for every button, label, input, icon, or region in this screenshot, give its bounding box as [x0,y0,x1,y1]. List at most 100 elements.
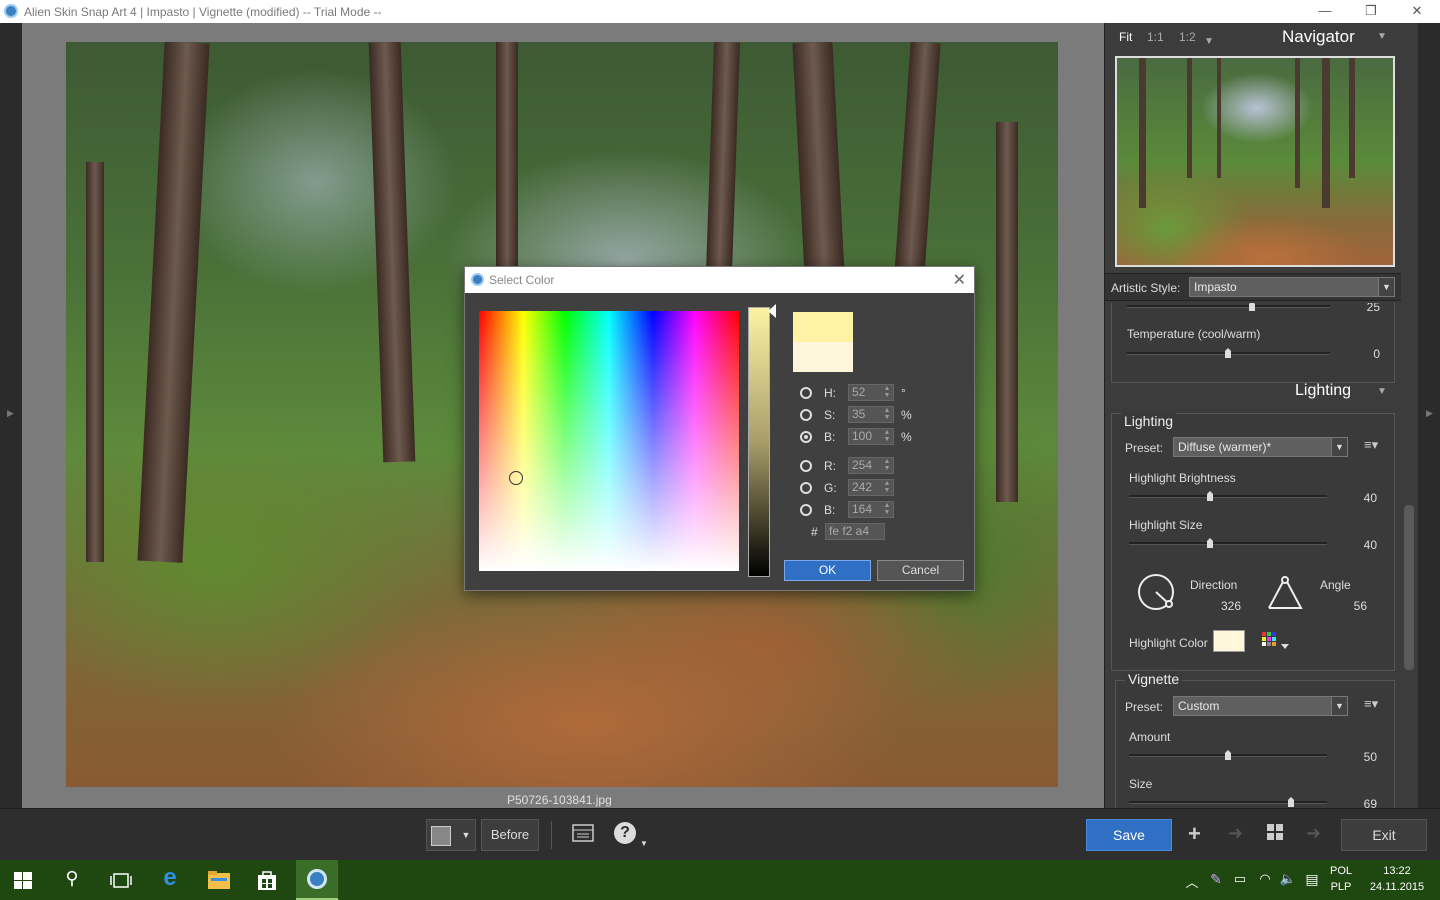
highlight-size-track[interactable] [1129,542,1327,545]
vignette-size-value: 69 [1363,797,1377,808]
arrow-left-icon[interactable]: ➜ [1228,823,1243,844]
top-slider-value: 25 [1366,303,1380,314]
battery-icon[interactable]: ▭ [1228,871,1252,887]
highlight-color-swatch[interactable] [1213,630,1245,652]
style-settings-group [1111,303,1395,383]
red-field[interactable]: 254 ▲ ▼ [848,457,894,474]
highlight-brightness-track[interactable] [1129,495,1327,498]
app-icon [471,273,484,286]
hue-radio[interactable] [800,387,812,399]
direction-label: Direction [1190,578,1238,592]
arrow-right-icon[interactable]: ➜ [1306,823,1321,844]
direction-dial-icon[interactable] [1137,573,1177,613]
window-title: Alien Skin Snap Art 4 | Impasto | Vignet… [24,5,382,19]
close-icon[interactable]: ✕ [953,270,966,290]
highlight-brightness-label: Highlight Brightness [1129,471,1236,485]
task-view-icon[interactable] [110,873,132,888]
exit-button[interactable]: Exit [1341,819,1427,851]
green-field[interactable]: 242 ▲ ▼ [848,479,894,496]
lighting-section-title[interactable]: Lighting [1295,382,1351,400]
temperature-label: Temperature (cool/warm) [1127,327,1261,341]
lighting-preset-dropdown[interactable]: Diffuse (warmer)* ▼ [1173,437,1348,457]
close-button[interactable]: ✕ [1394,0,1440,23]
grid-icon[interactable] [1266,823,1284,846]
brightness-pointer[interactable] [768,304,776,318]
navigator-title: Navigator [1282,27,1355,46]
snap-art-taskbar-button[interactable] [296,860,338,900]
clock-date[interactable]: 24.11.2015 [1366,881,1428,893]
navigator-thumbnail[interactable] [1115,56,1395,267]
edge-browser-icon[interactable]: e [158,864,182,892]
vignette-preset-dropdown[interactable]: Custom ▼ [1173,696,1348,716]
keyboard-icon[interactable]: ▤ [1300,871,1324,888]
artistic-style-row: Artistic Style: Impasto ▼ [1105,273,1401,301]
split-view-icon [431,826,451,846]
zoom-1-1-button[interactable]: 1:1 [1147,30,1164,44]
help-menu-arrow-icon[interactable]: ▼ [640,839,648,848]
top-slider-knob[interactable] [1249,303,1255,311]
add-icon[interactable]: + [1188,821,1201,847]
restore-button[interactable]: ❐ [1348,0,1394,23]
vignette-preset-menu-icon[interactable]: ≡▾ [1364,696,1378,712]
pen-icon[interactable]: ✎ [1204,871,1228,888]
ok-button[interactable]: OK [784,560,871,581]
artistic-style-dropdown[interactable]: Impasto ▼ [1189,277,1395,297]
store-icon[interactable] [256,869,278,891]
expand-right-icon[interactable]: ▶ [1426,408,1433,419]
before-button[interactable]: Before [481,819,539,851]
chevron-down-icon: ▼ [1378,278,1394,296]
zoom-1-2-button[interactable]: 1:2 [1179,30,1196,44]
file-explorer-icon[interactable] [207,870,231,890]
brightness-radio[interactable] [800,431,812,443]
navigator-collapse-icon[interactable]: ▼ [1377,31,1387,42]
lighting-preset-menu-icon[interactable]: ≡▾ [1364,437,1378,453]
language-secondary[interactable]: PLP [1326,881,1356,893]
clock-time[interactable]: 13:22 [1366,865,1428,877]
angle-value: 56 [1353,599,1367,613]
language-primary[interactable]: POL [1326,865,1356,877]
brightness-slider[interactable] [748,307,770,577]
zoom-fit-button[interactable]: Fit [1119,30,1132,44]
left-panel-toggle-strip[interactable]: ▶ [0,23,22,808]
panel-scrollbar[interactable] [1404,505,1414,670]
blue-radio[interactable] [800,504,812,516]
search-icon[interactable]: ⚲ [60,868,84,889]
green-radio[interactable] [800,482,812,494]
minimize-button[interactable]: — [1302,0,1348,23]
compare-icon[interactable] [572,824,594,847]
hex-label: # [811,525,818,539]
brightness-field[interactable]: 100 ▲ ▼ [848,428,894,445]
wifi-icon[interactable]: ◠ [1253,871,1277,887]
snap-art-icon [307,869,327,889]
cancel-button[interactable]: Cancel [877,560,964,581]
help-icon[interactable]: ? [614,821,636,844]
saturation-radio[interactable] [800,409,812,421]
hue-field[interactable]: 52 ▲ ▼ [848,384,894,401]
lighting-collapse-icon[interactable]: ▼ [1377,386,1387,397]
hue-label: H: [824,386,836,400]
save-button[interactable]: Save [1086,819,1172,851]
vignette-size-track[interactable] [1129,801,1327,804]
view-mode-button[interactable]: ▼ [426,819,476,851]
settings-scroll-area[interactable]: 25 Temperature (cool/warm) 0 Lighting ▼ … [1105,303,1401,808]
blue-field[interactable]: 164 ▲ ▼ [848,501,894,518]
red-radio[interactable] [800,460,812,472]
brightness-unit: % [901,430,912,444]
chevron-up-icon[interactable]: ︿ [1180,872,1204,891]
hex-field[interactable]: fe f2 a4 [825,523,885,540]
saturation-field[interactable]: 35 ▲ ▼ [848,406,894,423]
zoom-menu-arrow-icon[interactable]: ▼ [1204,36,1214,47]
windows-start-icon[interactable] [14,872,32,889]
volume-icon[interactable]: 🔈 [1276,871,1300,887]
top-slider-track[interactable] [1127,305,1330,308]
angle-dial-icon[interactable] [1267,573,1305,611]
toolbar-divider [551,821,552,849]
navigator-header: Fit 1:1 1:2 ▼ Navigator ▼ [1105,23,1405,51]
lighting-preset-label: Preset: [1125,441,1164,455]
right-panel-toggle-strip[interactable]: ▶ [1418,23,1440,808]
vignette-preset-label: Preset: [1125,700,1164,714]
color-palette-icon[interactable] [1261,631,1291,651]
expand-left-icon[interactable]: ▶ [7,408,14,419]
color-spectrum[interactable] [479,311,739,571]
spectrum-cursor[interactable] [509,471,523,485]
